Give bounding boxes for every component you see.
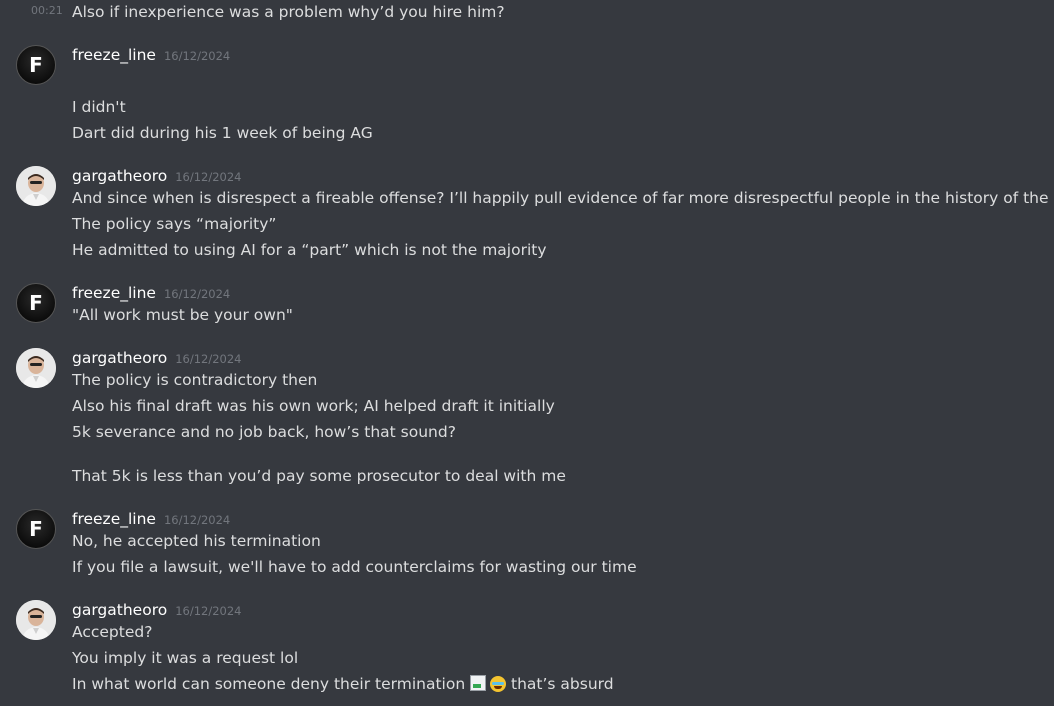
message-line: In what world can someone deny their ter…	[72, 674, 614, 694]
message-header: gargatheoro 16/12/2024	[72, 600, 242, 621]
username[interactable]: freeze_line	[72, 46, 156, 64]
message-text[interactable]: The policy is contradictory then	[72, 370, 317, 390]
person-photo-icon	[16, 166, 56, 206]
username[interactable]: gargatheoro	[72, 167, 167, 185]
avatar-letter: F	[29, 291, 43, 315]
message-date: 16/12/2024	[163, 49, 231, 63]
message-header: gargatheoro 16/12/2024	[72, 348, 242, 369]
message-text[interactable]: If you file a lawsuit, we'll have to add…	[72, 557, 637, 577]
message-text[interactable]: Also if inexperience was a problem why’d…	[72, 2, 505, 22]
message-date: 16/12/2024	[175, 604, 242, 618]
grinning-squinting-emoji-icon[interactable]	[490, 676, 507, 692]
gargatheoro-avatar[interactable]	[16, 348, 56, 388]
message-text[interactable]: You imply it was a request lol	[72, 648, 298, 668]
avatar-letter: F	[29, 517, 43, 541]
username[interactable]: gargatheoro	[72, 601, 167, 619]
message-header: freeze_line 16/12/2024	[72, 45, 230, 66]
message-text[interactable]: No, he accepted his termination	[72, 531, 321, 551]
message-date: 16/12/2024	[175, 352, 242, 366]
avatar-letter: F	[29, 53, 43, 77]
freeze-line-avatar[interactable]: F	[16, 509, 56, 549]
person-photo-icon	[16, 600, 56, 640]
broken-image-icon[interactable]	[470, 675, 487, 691]
message-text[interactable]: The policy says “majority”	[72, 214, 276, 234]
message-text[interactable]: In what world can someone deny their ter…	[72, 675, 465, 693]
person-photo-icon	[16, 348, 56, 388]
message-text[interactable]: Accepted?	[72, 622, 152, 642]
username[interactable]: freeze_line	[72, 284, 156, 302]
username[interactable]: freeze_line	[72, 510, 156, 528]
message-date: 16/12/2024	[175, 170, 242, 184]
message-header: freeze_line 16/12/2024	[72, 283, 230, 304]
message-text[interactable]: I didn't	[72, 97, 126, 117]
message-header: freeze_line 16/12/2024	[72, 509, 230, 530]
message-text[interactable]: that’s absurd	[511, 675, 614, 693]
message-text[interactable]: "All work must be your own"	[72, 305, 293, 325]
message-header: gargatheoro 16/12/2024	[72, 166, 242, 187]
gargatheoro-avatar[interactable]	[16, 166, 56, 206]
message-text[interactable]: Also his final draft was his own work; A…	[72, 396, 555, 416]
message-date: 16/12/2024	[163, 513, 231, 527]
chat-message-list: 00:21 Also if inexperience was a problem…	[0, 0, 1054, 706]
message-text[interactable]: That 5k is less than you’d pay some pros…	[72, 466, 566, 486]
message-text[interactable]: 5k severance and no job back, how’s that…	[72, 422, 456, 442]
username[interactable]: gargatheoro	[72, 349, 167, 367]
gargatheoro-avatar[interactable]	[16, 600, 56, 640]
message-date: 16/12/2024	[163, 287, 231, 301]
message-text[interactable]: And since when is disrespect a fireable …	[72, 188, 1054, 208]
gutter-timestamp: 00:21	[31, 4, 63, 17]
message-text[interactable]: He admitted to using AI for a “part” whi…	[72, 240, 547, 260]
freeze-line-avatar[interactable]: F	[16, 45, 56, 85]
message-text[interactable]: Dart did during his 1 week of being AG	[72, 123, 373, 143]
freeze-line-avatar[interactable]: F	[16, 283, 56, 323]
